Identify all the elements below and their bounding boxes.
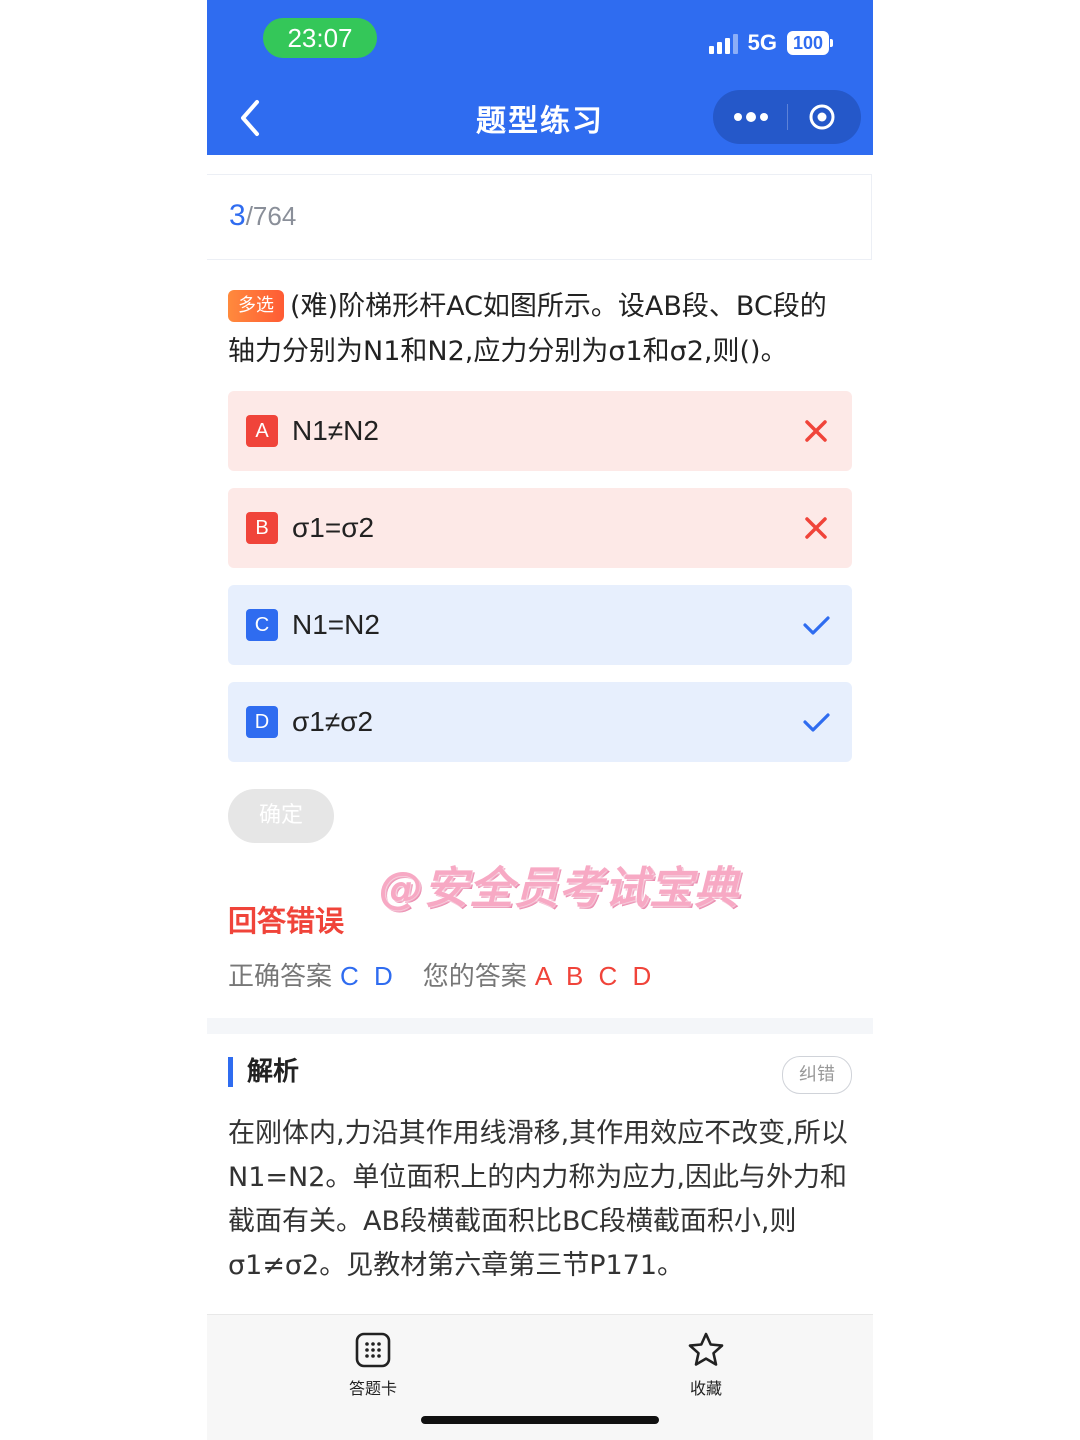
progress-indicator: 3/764 [229,199,296,233]
confirm-button[interactable]: 确定 [228,789,334,843]
option-letter: B [246,512,278,544]
home-indicator [421,1416,659,1424]
header: 23:07 5G 100 题型练习 [207,0,873,155]
answer-card-tab[interactable]: 答题卡 [333,1331,413,1399]
option-text: N1≠N2 [292,415,379,446]
status-time: 23:07 [263,18,377,58]
mini-program-capsule [713,90,861,144]
option-d[interactable]: D σ1≠σ2 [228,682,852,762]
option-letter: C [246,609,278,641]
question-stem: 多选 (难)阶梯形杆AC如图所示。设AB段、BC段的轴力分别为N1和N2,应力分别… [228,284,853,374]
favorite-label: 收藏 [689,1379,722,1398]
option-text: N1=N2 [292,609,380,640]
your-answer-label: 您的答案 [422,962,527,992]
option-b[interactable]: B σ1=σ2 [228,488,852,568]
signal-icon [708,32,738,54]
answer-summary: 正确答案 C D 您的答案 A B C D [228,956,655,993]
your-answer-value: A B C D [534,961,656,991]
question-text: (难)阶梯形杆AC如图所示。设AB段、BC段的轴力分别为N1和N2,应力分别为σ… [228,291,827,367]
analysis-text: 在刚体内,力沿其作用线滑移,其作用效应不改变,所以N1=N2。单位面积上的内力称… [228,1118,848,1281]
network-label: 5G [747,30,777,55]
progress-total: /764 [245,201,297,231]
status-indicators: 5G 100 [708,30,834,56]
capsule-divider [787,104,788,130]
option-text: σ1=σ2 [292,512,375,543]
check-icon [803,713,830,732]
close-icon [805,420,827,442]
answer-card-icon [355,1332,391,1368]
check-icon [803,616,830,635]
star-icon [688,1332,724,1366]
target-icon[interactable] [808,103,836,131]
result-title: 回答错误 [228,904,345,938]
question-type-badge: 多选 [228,290,284,322]
progress-current: 3 [229,199,246,232]
phone-screen: 23:07 5G 100 题型练习 3/764 多选 (难)阶梯形杆AC如图所示。… [207,0,873,1440]
analysis-title: 解析 [228,1057,299,1087]
battery-icon: 100 [786,31,834,55]
more-dots-icon[interactable] [731,106,771,128]
correct-answer-value: C D [340,961,397,991]
option-a[interactable]: A N1≠N2 [228,391,852,471]
option-c[interactable]: C N1=N2 [228,585,852,665]
close-icon [805,517,827,539]
answer-card-label: 答题卡 [348,1379,397,1398]
watermark-text: @安全员考试宝典 [379,863,739,914]
section-divider [207,1018,873,1034]
correct-answer-label: 正确答案 [228,962,333,992]
progress-section: 3/764 [207,174,872,260]
option-letter: A [246,415,278,447]
favorite-tab[interactable]: 收藏 [666,1331,746,1399]
option-letter: D [246,706,278,738]
report-error-button[interactable]: 纠错 [782,1056,852,1094]
option-text: σ1≠σ2 [292,706,374,737]
